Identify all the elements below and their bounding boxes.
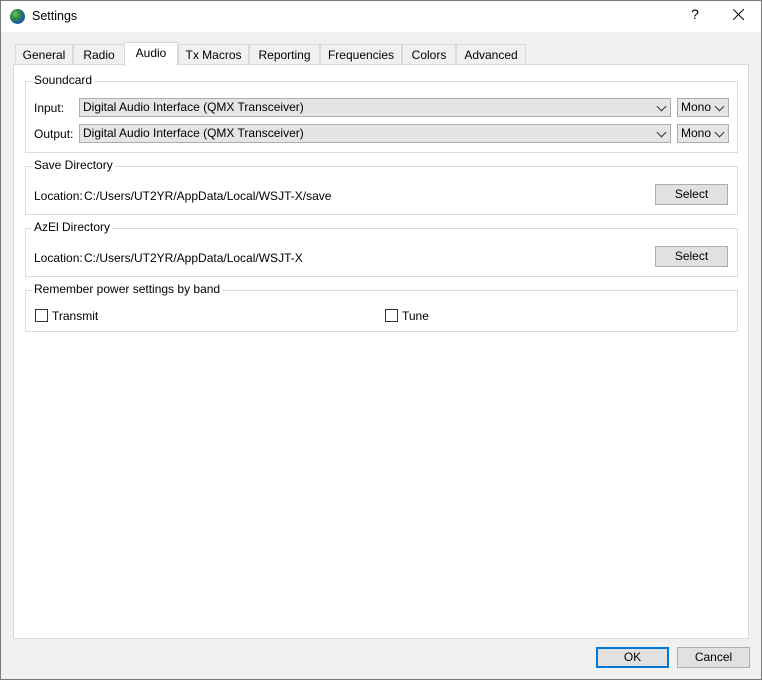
input-channel-value: Mono <box>681 100 712 114</box>
tune-checkbox[interactable] <box>385 309 398 322</box>
tab-tx-macros[interactable]: Tx Macros <box>178 44 249 65</box>
ok-button[interactable]: OK <box>596 647 669 668</box>
output-channel-value: Mono <box>681 126 712 140</box>
soundcard-group: Soundcard Input: Digital Audio Interface… <box>25 73 738 153</box>
input-device-select[interactable]: Digital Audio Interface (QMX Transceiver… <box>79 98 671 117</box>
azel-location-label: Location: <box>34 251 83 265</box>
azel-directory-group: AzEl Directory Location: C:/Users/UT2YR/… <box>25 220 738 277</box>
save-location-label: Location: <box>34 189 83 203</box>
chevron-down-icon <box>656 101 667 112</box>
save-directory-select-button[interactable]: Select <box>655 184 728 205</box>
tab-frequencies[interactable]: Frequencies <box>320 44 402 65</box>
soundcard-group-title: Soundcard <box>32 73 95 87</box>
output-device-value: Digital Audio Interface (QMX Transceiver… <box>83 126 304 140</box>
cancel-button[interactable]: Cancel <box>677 647 750 668</box>
output-channel-select[interactable]: Mono <box>677 124 729 143</box>
audio-tab-panel: Soundcard Input: Digital Audio Interface… <box>13 64 749 639</box>
settings-window: Settings ? General Radio Audio Tx Macros… <box>0 0 762 680</box>
transmit-checkbox[interactable] <box>35 309 48 322</box>
input-device-value: Digital Audio Interface (QMX Transceiver… <box>83 100 304 114</box>
tab-colors[interactable]: Colors <box>402 44 456 65</box>
chevron-down-icon <box>714 101 725 112</box>
input-channel-select[interactable]: Mono <box>677 98 729 117</box>
azel-directory-group-title: AzEl Directory <box>32 220 113 234</box>
output-device-select[interactable]: Digital Audio Interface (QMX Transceiver… <box>79 124 671 143</box>
transmit-label: Transmit <box>52 309 99 323</box>
close-button[interactable] <box>729 5 749 25</box>
power-settings-group: Remember power settings by band Transmit… <box>25 282 738 332</box>
output-label: Output: <box>34 127 74 141</box>
globe-icon <box>10 9 25 24</box>
tab-audio[interactable]: Audio <box>124 42 178 66</box>
save-directory-group: Save Directory Location: C:/Users/UT2YR/… <box>25 158 738 215</box>
input-label: Input: <box>34 101 65 115</box>
chevron-down-icon <box>656 127 667 138</box>
save-directory-group-title: Save Directory <box>32 158 115 172</box>
title-bar[interactable]: Settings ? <box>1 1 761 32</box>
tune-label: Tune <box>402 309 429 323</box>
window-title: Settings <box>32 9 78 23</box>
save-location-path: C:/Users/UT2YR/AppData/Local/WSJT-X/save <box>84 189 332 203</box>
tab-radio[interactable]: Radio <box>73 44 125 65</box>
tab-advanced[interactable]: Advanced <box>456 44 526 65</box>
azel-location-path: C:/Users/UT2YR/AppData/Local/WSJT-X <box>84 251 303 265</box>
azel-directory-select-button[interactable]: Select <box>655 246 728 267</box>
tab-general[interactable]: General <box>15 44 73 65</box>
chevron-down-icon <box>714 127 725 138</box>
help-button[interactable]: ? <box>687 6 703 22</box>
tab-reporting[interactable]: Reporting <box>249 44 320 65</box>
power-settings-group-title: Remember power settings by band <box>32 282 223 296</box>
